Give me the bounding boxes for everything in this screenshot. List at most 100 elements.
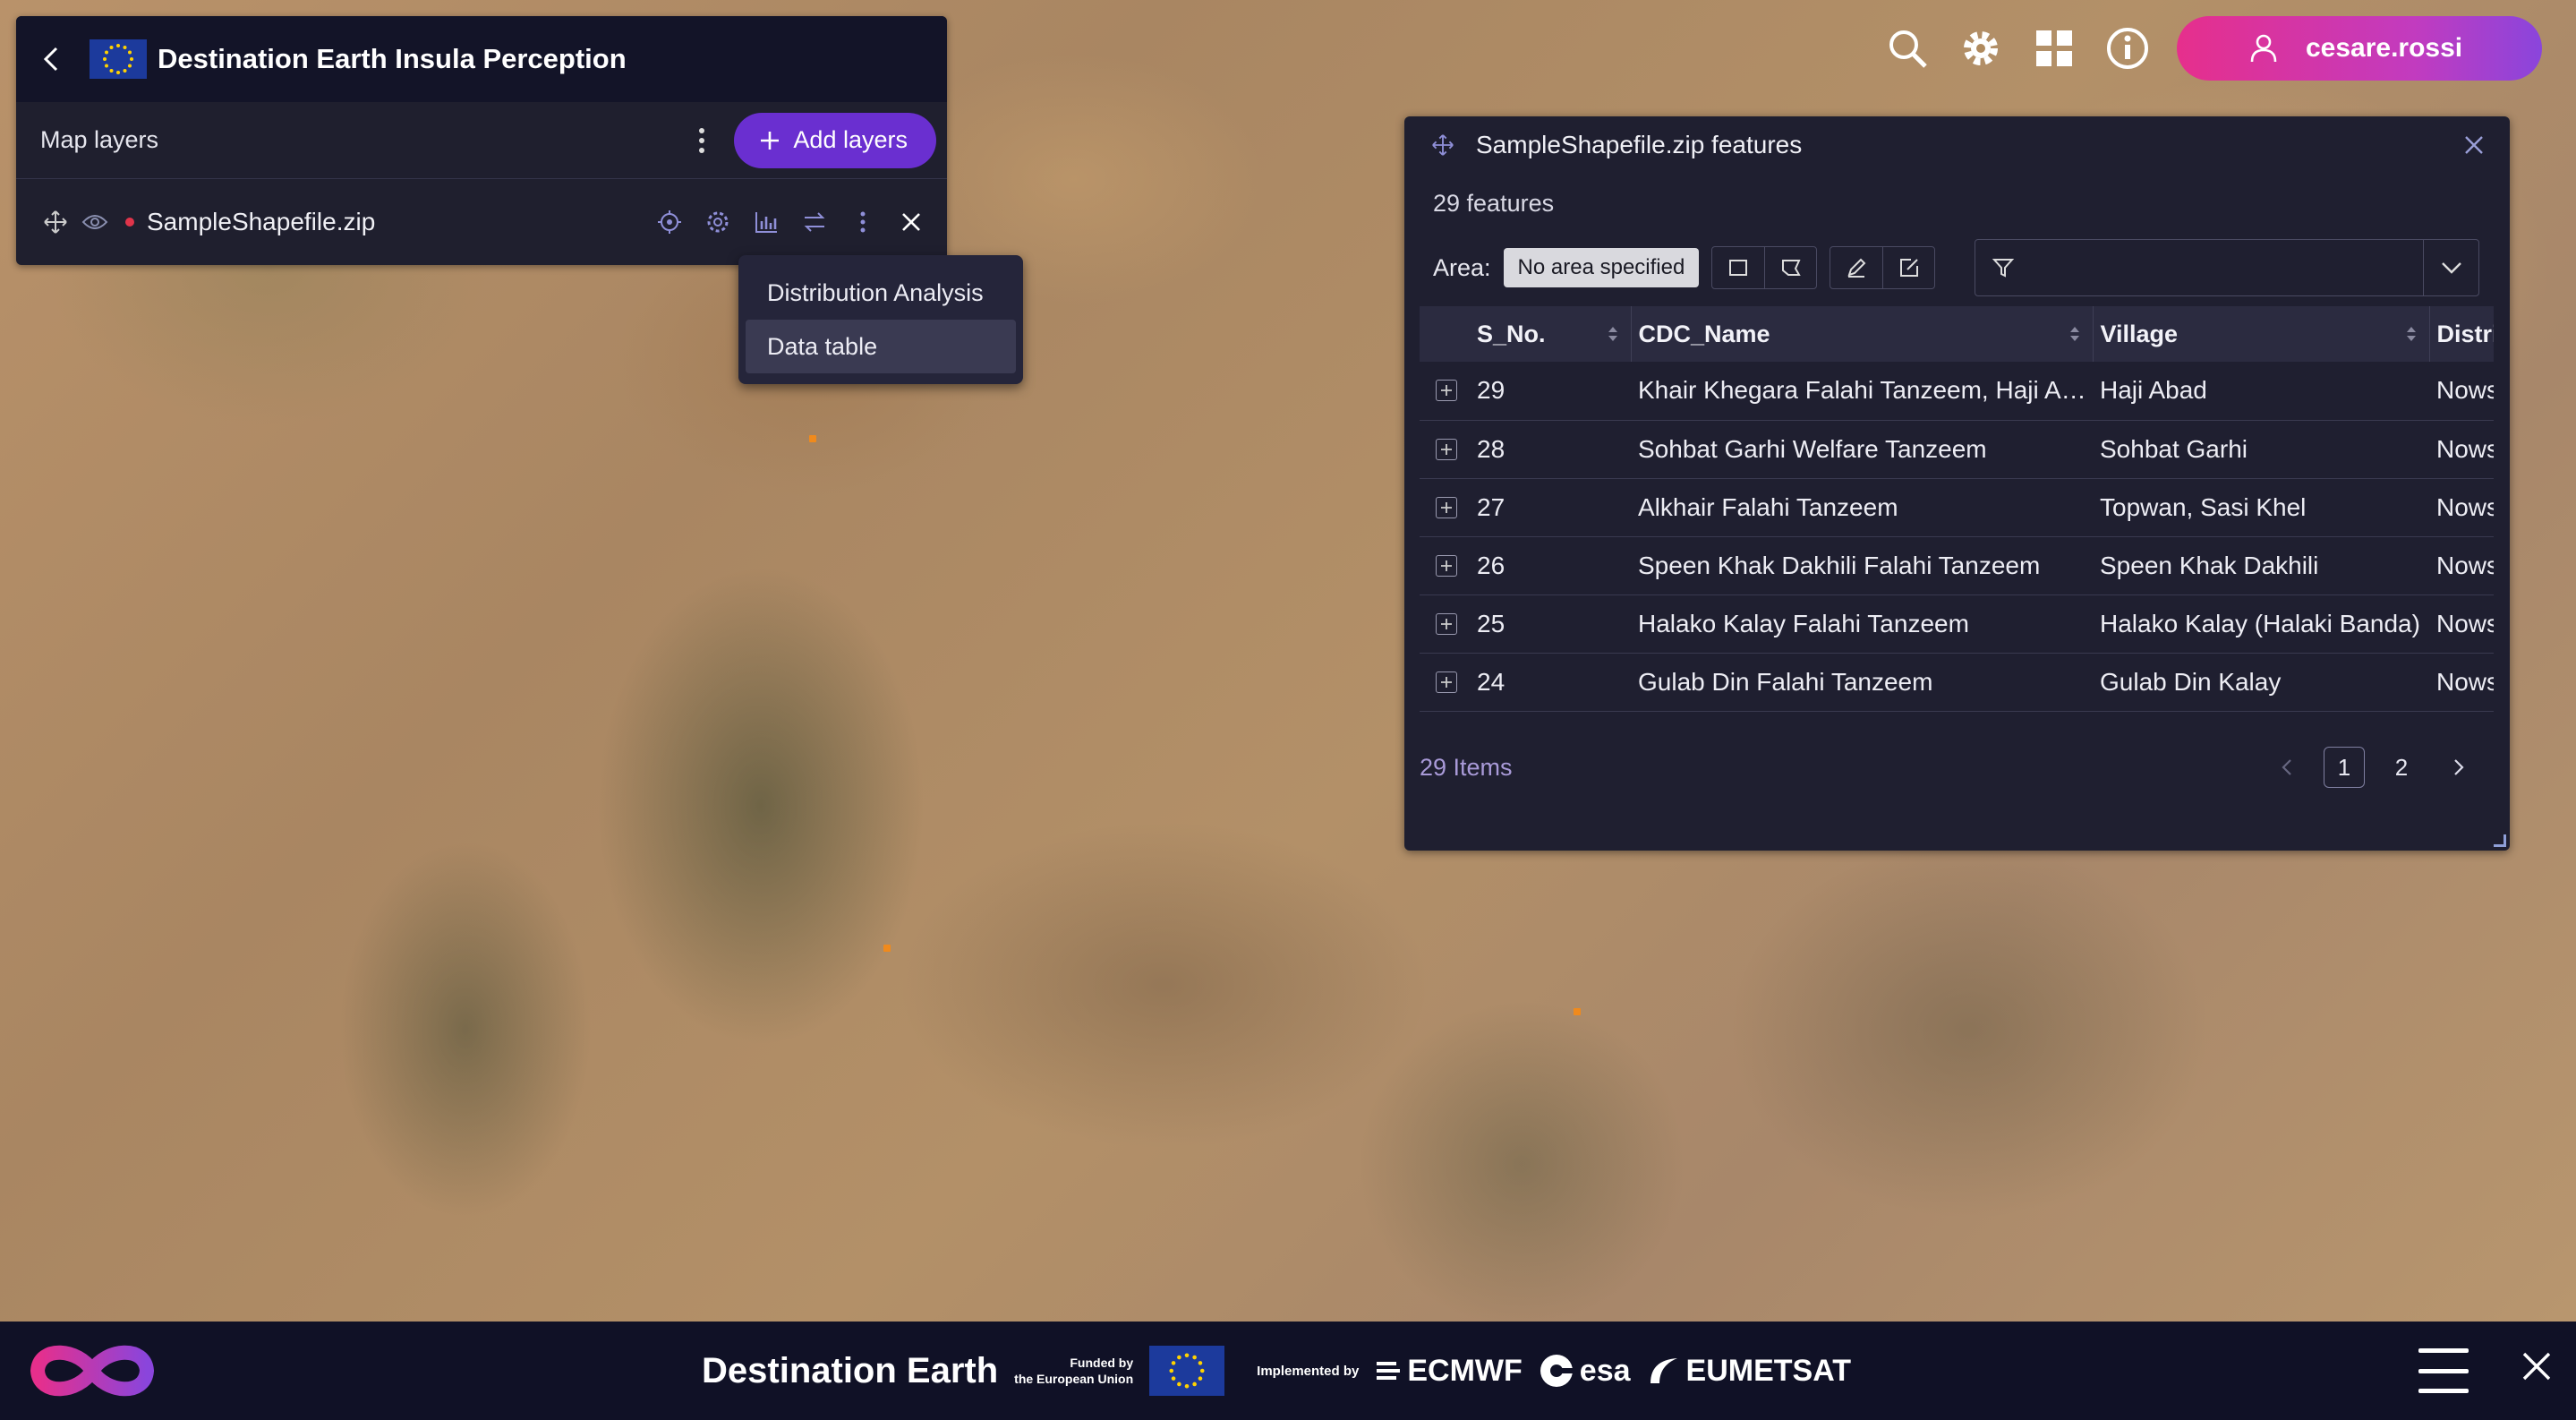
settings-button[interactable]: [1957, 24, 2005, 73]
pencil-icon: [1847, 258, 1866, 278]
back-button[interactable]: [34, 41, 70, 77]
plus-icon: [1441, 443, 1452, 455]
info-button[interactable]: [2103, 24, 2152, 73]
page-2-button[interactable]: 2: [2381, 747, 2422, 788]
table-row[interactable]: 26 Speen Khak Dakhili Falahi Tanzeem Spe…: [1420, 536, 2494, 595]
eu-stars-icon: [1169, 1353, 1205, 1389]
sort-icon[interactable]: [1606, 324, 1620, 344]
expand-row-button[interactable]: [1436, 496, 1457, 518]
layer-color-dot: [125, 218, 134, 227]
zoom-to-layer-button[interactable]: [652, 204, 687, 240]
layer-options-menu: Distribution Analysis Data table: [738, 255, 1023, 384]
bar-chart-icon: [755, 212, 777, 233]
expand-row-button[interactable]: [1436, 380, 1457, 402]
expand-row-button[interactable]: [1436, 671, 1457, 693]
expand-row-button[interactable]: [1436, 438, 1457, 460]
cell-district: Nowshera: [2429, 420, 2494, 479]
eu-flag-logo: [1149, 1346, 1225, 1396]
layer-swap-button[interactable]: [797, 204, 832, 240]
eu-stars-icon: [103, 44, 133, 74]
drag-handle[interactable]: [38, 204, 73, 240]
cell-cdc-name: Halako Kalay Falahi Tanzeem: [1631, 595, 2093, 654]
top-toolbar: cesare.rossi: [1883, 16, 2542, 81]
cell-village: Topwan, Sasi Khel: [2093, 478, 2429, 537]
expand-row-button[interactable]: [1436, 554, 1457, 577]
menu-item-distribution-analysis[interactable]: Distribution Analysis: [746, 266, 1016, 320]
table-row[interactable]: 27 Alkhair Falahi Tanzeem Topwan, Sasi K…: [1420, 478, 2494, 537]
menu-item-data-table[interactable]: Data table: [746, 320, 1016, 373]
column-header-s-no[interactable]: S_No.: [1470, 306, 1631, 362]
cell-cdc-name: Sohbat Garhi Welfare Tanzeem: [1631, 420, 2093, 479]
move-icon[interactable]: [1431, 133, 1454, 157]
map-feature-point[interactable]: [1574, 1008, 1581, 1015]
visibility-toggle[interactable]: [77, 204, 113, 240]
add-layers-button[interactable]: Add layers: [734, 112, 936, 168]
cell-cdc-name: Speen Khak Dakhili Falahi Tanzeem: [1631, 536, 2093, 595]
plus-icon: [761, 131, 780, 150]
next-page-button[interactable]: [2438, 747, 2479, 788]
search-button[interactable]: [1883, 24, 1932, 73]
page-1-button[interactable]: 1: [2324, 747, 2365, 788]
cell-district: Nowshera: [2429, 595, 2494, 654]
cell-s-no: 28: [1470, 420, 1631, 479]
cell-s-no: 27: [1470, 478, 1631, 537]
map-feature-point[interactable]: [809, 435, 816, 442]
close-features-button[interactable]: [2458, 129, 2490, 161]
search-icon: [1889, 30, 1927, 68]
polygon-icon: [1781, 260, 1801, 276]
select-edit-icon: [1899, 259, 1918, 277]
table-row[interactable]: 29 Khair Khegara Falahi Tanzeem, Haji Ab…: [1420, 362, 2494, 421]
column-header-district[interactable]: Distric: [2428, 306, 2494, 362]
edit-area-button[interactable]: [1830, 247, 1882, 288]
footer-branding: Destination Earth Funded by the European…: [702, 1322, 1851, 1420]
column-header-expand: [1420, 306, 1470, 362]
map-feature-point[interactable]: [883, 945, 891, 952]
expand-row-button[interactable]: [1436, 612, 1457, 635]
plus-icon: [1441, 676, 1452, 688]
cell-district: Nowshera: [2429, 362, 2494, 421]
close-icon: [2522, 1352, 2551, 1381]
layer-chart-button[interactable]: [748, 204, 784, 240]
layer-more-button[interactable]: [845, 204, 881, 240]
cell-village: Haji Abad: [2093, 362, 2429, 421]
cell-district: Nowshera: [2429, 536, 2494, 595]
move-icon: [44, 210, 67, 234]
esa-mark-icon: [1540, 1355, 1574, 1387]
prev-page-button[interactable]: [2266, 747, 2307, 788]
user-menu-button[interactable]: cesare.rossi: [2177, 16, 2542, 81]
footer-menu-button[interactable]: [2418, 1348, 2469, 1393]
filter-input[interactable]: [2015, 240, 2424, 295]
sort-icon[interactable]: [2404, 324, 2418, 344]
resize-handle[interactable]: [2494, 834, 2506, 847]
draw-polygon-button[interactable]: [1764, 247, 1816, 288]
grid-icon: [2036, 30, 2072, 66]
plus-icon: [1441, 560, 1452, 571]
gear-icon: [1964, 31, 1998, 65]
cell-village: Halako Kalay (Halaki Banda): [2093, 595, 2429, 654]
area-edit-tools: [1830, 246, 1936, 289]
destine-logo[interactable]: [23, 1336, 161, 1410]
filter-dropdown-button[interactable]: [2423, 240, 2478, 295]
layer-settings-button[interactable]: [700, 204, 736, 240]
column-header-cdc-name[interactable]: CDC_Name: [1630, 306, 2093, 362]
draw-box-button[interactable]: [1712, 247, 1764, 288]
app-title: Destination Earth Insula Perception: [158, 43, 627, 74]
close-icon: [902, 213, 920, 231]
sort-icon[interactable]: [2068, 324, 2082, 344]
area-label: Area:: [1433, 253, 1491, 281]
eu-flag-logo: [90, 39, 147, 79]
layer-row[interactable]: SampleShapefile.zip: [16, 179, 947, 265]
gear-icon: [707, 211, 729, 233]
layers-menu-button[interactable]: [684, 118, 720, 163]
footer-close-button[interactable]: [2521, 1350, 2553, 1387]
apps-button[interactable]: [2030, 24, 2078, 73]
layers-title: Map layers: [40, 126, 159, 153]
table-row[interactable]: 25 Halako Kalay Falahi Tanzeem Halako Ka…: [1420, 595, 2494, 654]
table-row[interactable]: 28 Sohbat Garhi Welfare Tanzeem Sohbat G…: [1420, 420, 2494, 479]
select-area-button[interactable]: [1882, 247, 1934, 288]
column-header-village[interactable]: Village: [2092, 306, 2429, 362]
items-count: 29 Items: [1420, 753, 1513, 781]
remove-layer-button[interactable]: [893, 204, 929, 240]
table-row[interactable]: 24 Gulab Din Falahi Tanzeem Gulab Din Ka…: [1420, 653, 2494, 712]
add-layers-label: Add layers: [793, 126, 908, 153]
